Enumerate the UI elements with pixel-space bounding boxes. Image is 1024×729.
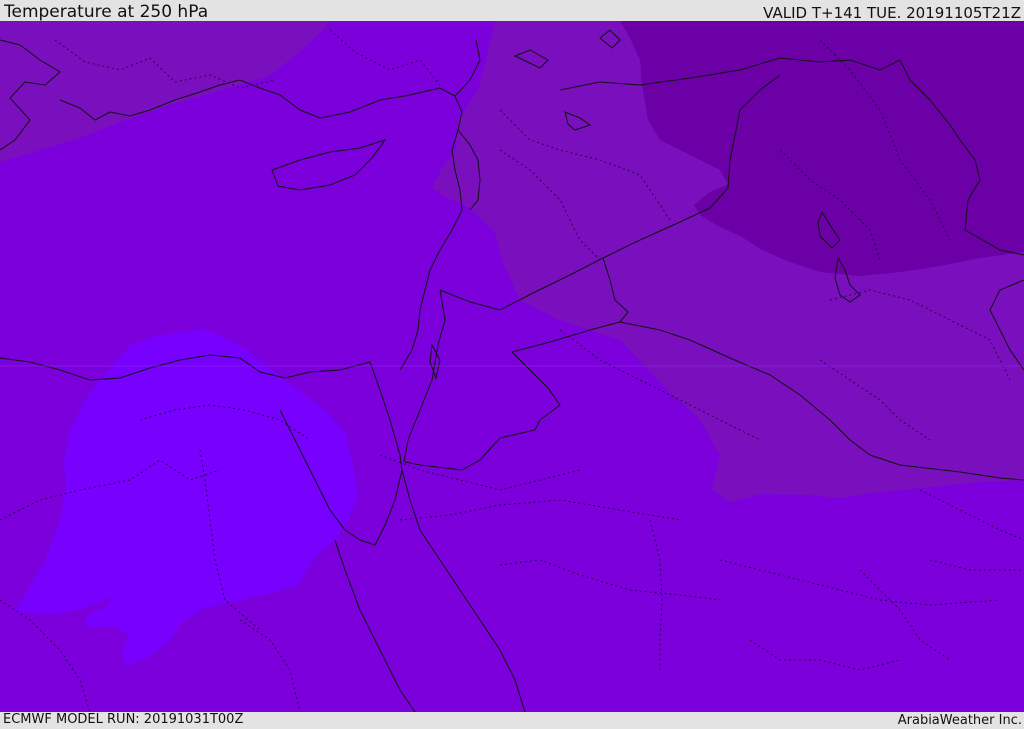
footer-bar: ECMWF MODEL RUN: 20191031T00Z ArabiaWeat… [0, 712, 1024, 729]
header-bar: Temperature at 250 hPa VALID T+141 TUE. … [0, 0, 1024, 22]
map-figure: Temperature at 250 hPa VALID T+141 TUE. … [0, 0, 1024, 729]
valid-time: VALID T+141 TUE. 20191105T21Z [763, 4, 1021, 22]
map-area [0, 21, 1024, 712]
credit-label: ArabiaWeather Inc. [897, 713, 1022, 728]
model-run-label: ECMWF MODEL RUN: 20191031T00Z [3, 712, 244, 727]
map-title: Temperature at 250 hPa [4, 2, 209, 22]
map-svg [0, 21, 1024, 712]
